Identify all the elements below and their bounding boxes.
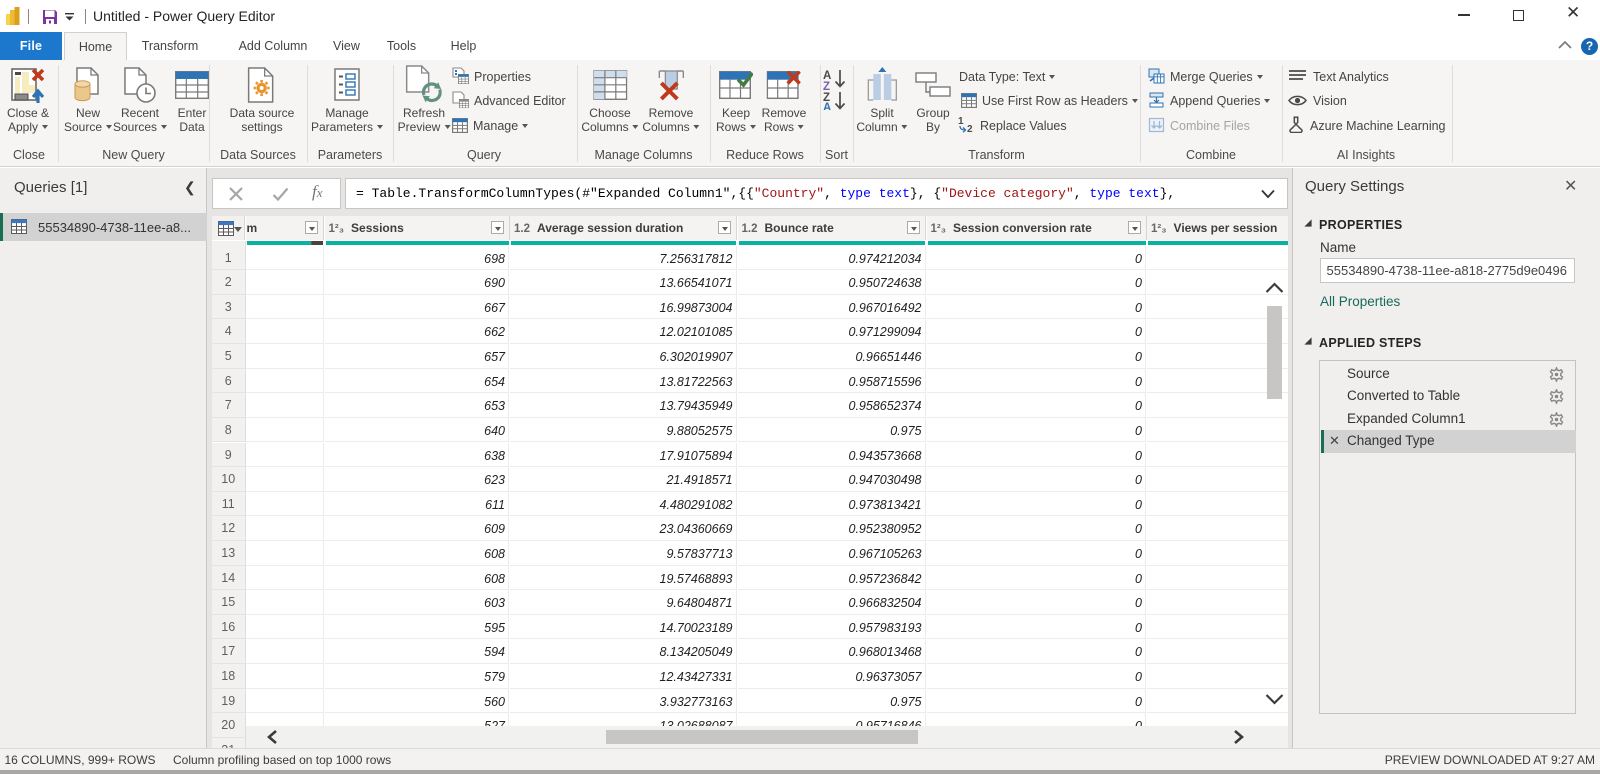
svg-text:1: 1 [958, 116, 964, 127]
svg-text:A: A [823, 102, 831, 110]
svg-text:2: 2 [967, 124, 973, 133]
